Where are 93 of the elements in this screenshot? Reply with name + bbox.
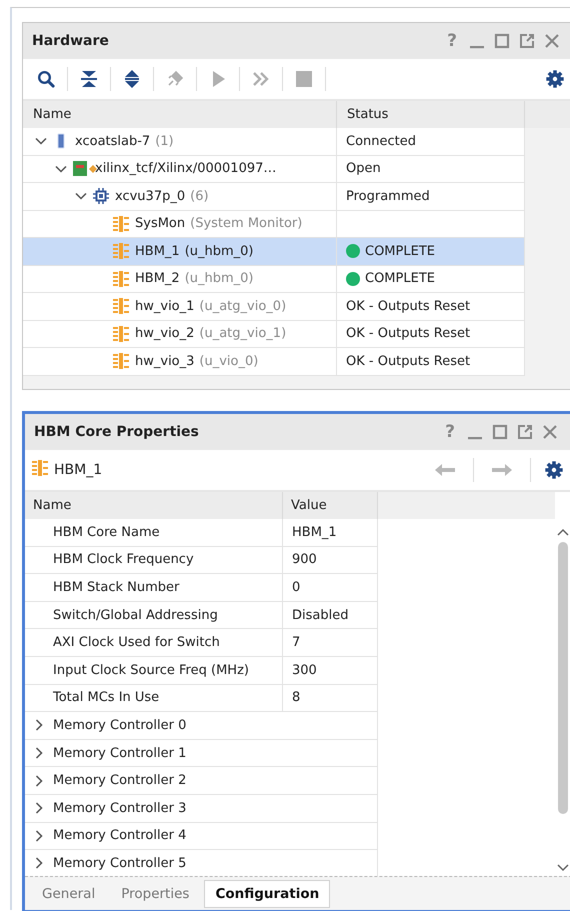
property-value[interactable]: 8 [292,690,300,706]
core-icon [113,298,129,314]
property-value[interactable]: 0 [292,580,300,595]
node-detail: (1) [155,134,174,149]
node-name: hw_vio_2 [135,326,194,342]
node-detail: (u_atg_vio_0) [199,298,286,314]
node-name: SysMon [135,216,186,232]
group-name[interactable]: Memory Controller 5 [53,856,186,871]
core-icon [113,216,129,232]
property-name: Switch/Global Addressing [53,608,218,623]
scrollbar-thumb[interactable] [557,542,569,814]
tab[interactable]: Configuration [204,880,330,908]
group-name[interactable]: Memory Controller 3 [53,800,186,816]
property-value[interactable]: 900 [292,552,317,568]
property-value[interactable]: 300 [292,662,317,678]
chip-icon [93,188,109,204]
property-name: HBM Core Name [53,524,160,540]
column-header[interactable]: Name [25,492,283,519]
node-detail: (u_hbm_0) [184,244,254,259]
property-name: HBM Stack Number [53,580,180,595]
object-name: HBM_1 [54,462,104,478]
tree-row[interactable]: HBM_1 (u_hbm_0) COMPLETE [23,238,525,266]
server-icon [57,133,65,150]
tree-row[interactable]: xilinx_tcf/Xilinx/00001097… Open [23,156,525,183]
node-detail: (6) [190,188,209,204]
group-name[interactable]: Memory Controller 2 [53,773,186,788]
node-name: hw_vio_1 [135,298,194,314]
property-value[interactable]: 7 [292,635,300,650]
chevron-right-icon[interactable] [33,719,45,732]
tree-row[interactable]: HBM_2 (u_hbm_0) COMPLETE [23,266,525,293]
status-text: Programmed [346,188,430,204]
core-icon [113,243,129,260]
status-text: OK - Outputs Reset [346,326,470,342]
chevron-right-icon[interactable] [33,802,45,814]
tree-row[interactable]: SysMon (System Monitor) [23,210,525,238]
group-name[interactable]: Memory Controller 4 [53,828,186,844]
tree-row[interactable]: xcoatslab-7 (1) Connected [23,128,525,156]
node-name: HBM_2 [135,271,180,286]
core-icon [113,326,129,342]
property-name: AXI Clock Used for Switch [53,635,220,650]
tree-row[interactable]: hw_vio_1 (u_atg_vio_0) OK - Outputs Reset [23,293,525,320]
chevron-down-icon[interactable] [35,135,47,148]
property-value[interactable]: HBM_1 [292,524,337,540]
scroll-down-icon[interactable] [557,864,569,872]
close-icon[interactable] [542,424,558,440]
property-name: Input Clock Source Freq (MHz) [53,662,249,678]
node-detail: (u_vio_0) [199,354,258,369]
status-text: OK - Outputs Reset [346,354,470,369]
settings-icon[interactable] [545,461,563,479]
core-icon [32,460,48,476]
chevron-right-icon[interactable] [33,774,45,787]
chevron-right-icon[interactable] [33,830,45,842]
float-icon[interactable] [519,33,535,49]
status-text: COMPLETE [365,271,435,286]
settings-icon[interactable] [546,70,564,88]
status-text: Connected [346,134,416,149]
chevron-right-icon[interactable] [33,857,45,870]
node-name: HBM_1 [135,244,180,259]
group-name[interactable]: Memory Controller 0 [53,718,186,733]
group-name[interactable]: Memory Controller 1 [53,746,186,761]
status-text: COMPLETE [365,244,435,259]
maximize-icon[interactable] [494,33,510,49]
chevron-down-icon[interactable] [75,190,87,202]
scroll-up-icon[interactable] [557,528,569,536]
panel-title: HBM Core Properties [34,424,200,440]
node-detail: (System Monitor) [190,216,302,232]
maximize-icon[interactable] [492,424,508,440]
search-icon[interactable] [37,70,55,88]
property-name: HBM Clock Frequency [53,552,194,568]
float-icon[interactable] [517,424,533,440]
tree-row[interactable]: hw_vio_3 (u_vio_0) OK - Outputs Reset [23,348,525,376]
tree-row[interactable]: xcvu37p_0 (6) Programmed [23,183,525,210]
node-name: xcvu37p_0 [115,188,186,204]
tab[interactable]: Properties [110,880,200,908]
panel-title: Hardware [32,33,110,49]
node-name: hw_vio_3 [135,354,194,369]
node-name: xilinx_tcf/Xilinx/00001097… [95,161,276,176]
tree-row[interactable]: hw_vio_2 (u_atg_vio_1) OK - Outputs Reset [23,320,525,348]
status-text: Open [346,161,381,176]
core-icon [113,270,129,287]
node-detail: (u_atg_vio_1) [199,326,286,342]
node-name: xcoatslab-7 [75,134,150,149]
property-name: Total MCs In Use [53,690,160,706]
expand-all-icon[interactable] [124,70,140,88]
close-icon[interactable] [544,33,560,49]
property-value[interactable]: Disabled [292,608,348,623]
column-header[interactable]: Value [283,492,378,519]
tab[interactable]: General [31,880,106,908]
status-text: OK - Outputs Reset [346,298,470,314]
node-detail: (u_hbm_0) [184,271,254,286]
collapse-all-icon[interactable] [81,70,97,88]
chevron-right-icon[interactable] [33,747,45,760]
core-icon [113,353,129,370]
